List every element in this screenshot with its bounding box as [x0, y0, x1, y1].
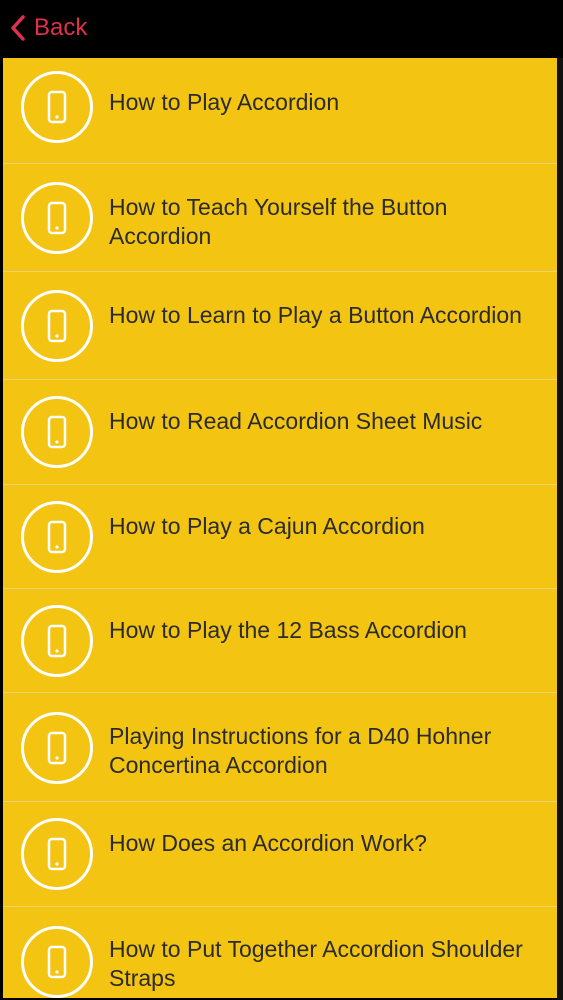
list-item[interactable]: How to Play the 12 Bass Accordion — [3, 589, 557, 693]
list-item-label: How to Teach Yourself the Button Accordi… — [109, 194, 448, 249]
list-item-label: How to Learn to Play a Button Accordion — [109, 302, 522, 328]
list-item[interactable]: How to Read Accordion Sheet Music — [3, 380, 557, 485]
phone-icon — [21, 182, 93, 254]
list-item[interactable]: How to Learn to Play a Button Accordion — [3, 272, 557, 380]
navigation-bar: Back — [0, 0, 563, 58]
back-label: Back — [34, 14, 88, 41]
list-item[interactable]: How to Play a Cajun Accordion — [3, 485, 557, 589]
list-item-label: How to Play Accordion — [109, 89, 340, 115]
phone-icon — [21, 290, 93, 362]
chevron-left-icon — [10, 14, 26, 42]
phone-icon — [21, 396, 93, 468]
right-edge-shade — [557, 58, 563, 1000]
phone-icon — [21, 71, 93, 143]
phone-icon — [21, 605, 93, 677]
back-button[interactable]: Back — [10, 10, 87, 46]
list-item-label: How Does an Accordion Work? — [109, 830, 427, 856]
list-item-label: How to Play a Cajun Accordion — [109, 513, 425, 539]
list-item-label: Playing Instructions for a D40 Hohner Co… — [109, 723, 492, 778]
list-item-label: How to Play the 12 Bass Accordion — [109, 617, 467, 643]
list-item[interactable]: Playing Instructions for a D40 Hohner Co… — [3, 693, 557, 802]
list-item[interactable]: How to Play Accordion — [3, 58, 557, 164]
list-item[interactable]: How to Teach Yourself the Button Accordi… — [3, 164, 557, 272]
article-list: How to Play Accordion How to Teach Yours… — [3, 58, 557, 998]
list-item-label: How to Read Accordion Sheet Music — [109, 408, 483, 434]
phone-icon — [21, 926, 93, 998]
list-item-label: How to Put Together Accordion Shoulder S… — [109, 936, 523, 991]
list-item[interactable]: How Does an Accordion Work? — [3, 802, 557, 907]
phone-icon — [21, 712, 93, 784]
phone-icon — [21, 818, 93, 890]
phone-icon — [21, 501, 93, 573]
list-item[interactable]: How to Put Together Accordion Shoulder S… — [3, 907, 557, 998]
